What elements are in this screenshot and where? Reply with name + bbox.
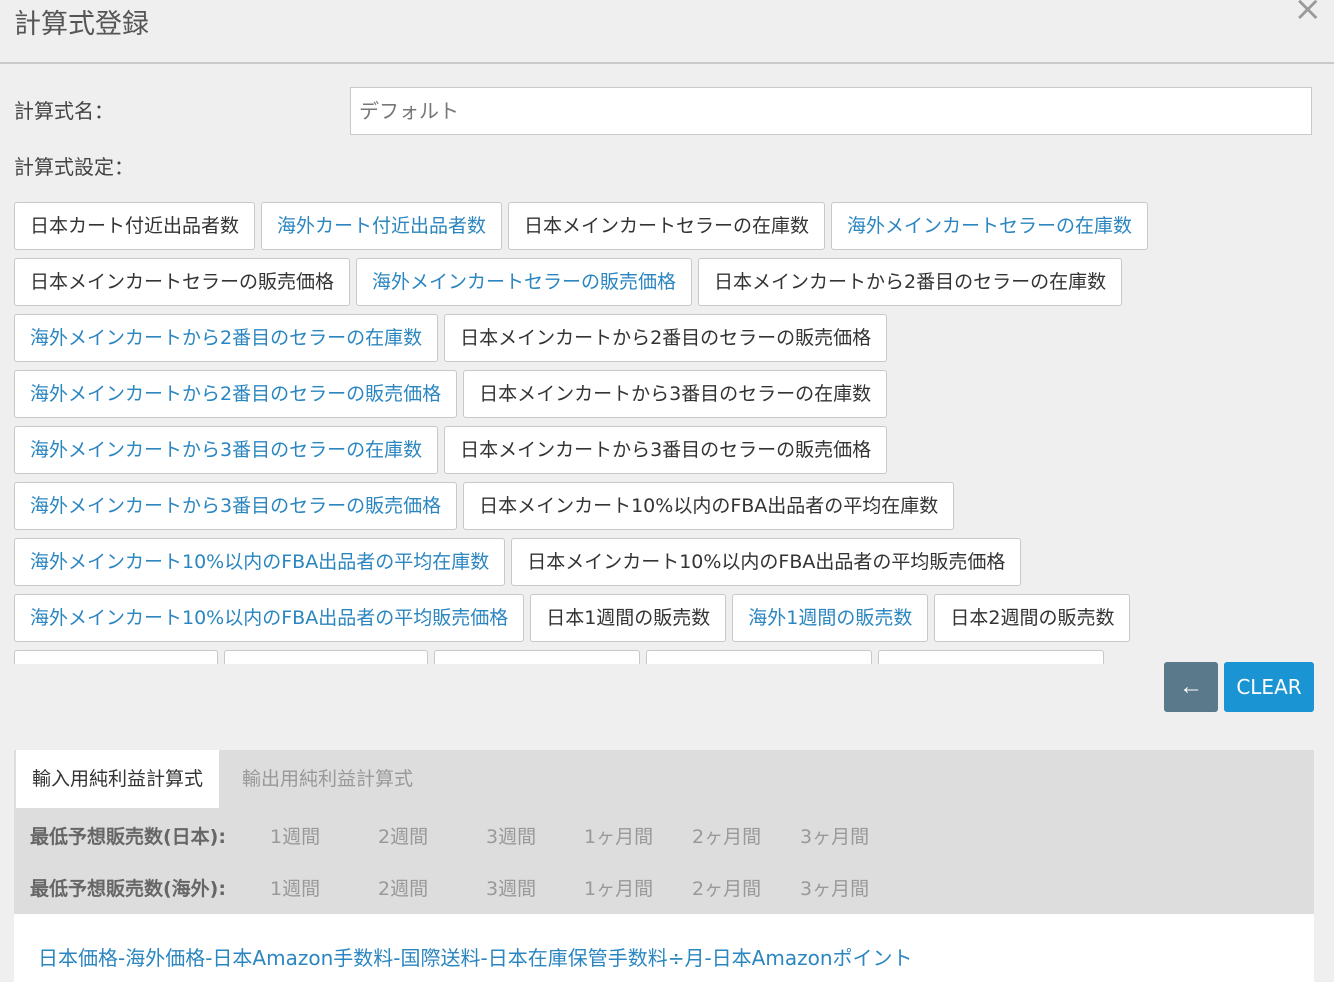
field-button-row: 海外メインカートから3番目のセラーの在庫数 日本メインカートから3番目のセラーの販…	[14, 426, 1314, 474]
backspace-button[interactable]: ←	[1164, 662, 1218, 712]
field-button-row: 海外メインカートから2番目のセラーの在庫数 日本メインカートから2番目のセラーの販…	[14, 314, 1314, 362]
period-option-jp-3w[interactable]: 3週間	[486, 822, 536, 849]
period-option-jp-2w[interactable]: 2週間	[378, 822, 428, 849]
period-option-ov-1w[interactable]: 1週間	[270, 874, 320, 901]
field-button-row: 日本メインカートセラーの販売価格 海外メインカートセラーの販売価格 日本メインカート…	[14, 258, 1314, 306]
field-button[interactable]: 日本メインカートセラーの在庫数	[508, 202, 826, 250]
field-button[interactable]: 海外メインカートから3番目のセラーの在庫数	[14, 426, 439, 474]
field-button[interactable]: 海外メインカートセラーの在庫数	[831, 202, 1149, 250]
period-option-ov-1m[interactable]: 1ヶ月間	[584, 874, 653, 901]
formula-tab-panel: 輸入用純利益計算式 輸出用純利益計算式 最低予想販売数(日本): 1週間 2週間…	[14, 750, 1314, 982]
field-button-list: 日本カート付近出品者数 海外カート付近出品者数 日本メインカートセラーの在庫数 海外メ…	[14, 202, 1314, 664]
field-button[interactable]	[224, 650, 428, 664]
period-option-ov-2m[interactable]: 2ヶ月間	[692, 874, 761, 901]
formula-text[interactable]: 日本価格-海外価格-日本Amazon手数料-国際送料-日本在庫保管手数料÷月-日…	[38, 942, 913, 971]
formula-name-input[interactable]	[350, 87, 1312, 135]
formula-display: 日本価格-海外価格-日本Amazon手数料-国際送料-日本在庫保管手数料÷月-日…	[14, 914, 1314, 982]
dialog-title: 計算式登録	[14, 9, 149, 40]
field-button[interactable]: 海外メインカート10%以内のFBA出品者の平均販売価格	[14, 594, 525, 642]
field-button-row: 海外メインカート10%以内のFBA出品者の平均販売価格 日本1週間の販売数 海外1週…	[14, 594, 1314, 642]
field-button[interactable]: 海外1週間の販売数	[732, 594, 929, 642]
field-button[interactable]: 海外メインカート10%以内のFBA出品者の平均在庫数	[14, 538, 506, 586]
field-button[interactable]	[878, 650, 1104, 664]
field-button[interactable]	[646, 650, 872, 664]
field-button[interactable]: 海外メインカートセラーの販売価格	[356, 258, 693, 306]
field-button[interactable]: 日本2週間の販売数	[934, 594, 1131, 642]
field-button[interactable]: 海外メインカートから2番目のセラーの在庫数	[14, 314, 439, 362]
field-button[interactable]: 日本1週間の販売数	[530, 594, 727, 642]
tab-import-formula[interactable]: 輸入用純利益計算式	[16, 750, 220, 808]
field-button[interactable]: 日本メインカートから3番目のセラーの販売価格	[444, 426, 888, 474]
field-button[interactable]: 日本メインカート10%以内のFBA出品者の平均在庫数	[463, 482, 955, 530]
field-button[interactable]: 日本メインカートセラーの販売価格	[14, 258, 351, 306]
field-button[interactable]: 海外カート付近出品者数	[261, 202, 503, 250]
field-button[interactable]: 日本メインカートから3番目のセラーの在庫数	[463, 370, 888, 418]
field-button[interactable]: 海外メインカートから2番目のセラーの販売価格	[14, 370, 458, 418]
formula-name-label: 計算式名：	[14, 99, 114, 123]
field-button[interactable]	[14, 650, 218, 664]
period-option-ov-3w[interactable]: 3週間	[486, 874, 536, 901]
close-icon[interactable]: ×	[1294, 0, 1323, 26]
period-label-ov: 最低予想販売数(海外):	[30, 878, 226, 900]
period-option-jp-1w[interactable]: 1週間	[270, 822, 320, 849]
field-button-row: 海外メインカートから2番目のセラーの販売価格 日本メインカートから3番目のセラーの…	[14, 370, 1314, 418]
period-option-ov-2w[interactable]: 2週間	[378, 874, 428, 901]
field-button-row: 海外メインカート10%以内のFBA出品者の平均在庫数 日本メインカート10%以内の…	[14, 538, 1314, 586]
period-option-ov-3m[interactable]: 3ヶ月間	[800, 874, 869, 901]
field-button[interactable]: 日本メインカートから2番目のセラーの在庫数	[698, 258, 1123, 306]
field-button-row: 海外メインカートから3番目のセラーの販売価格 日本メインカート10%以内のFBA出…	[14, 482, 1314, 530]
field-button[interactable]: 日本カート付近出品者数	[14, 202, 256, 250]
period-option-jp-2m[interactable]: 2ヶ月間	[692, 822, 761, 849]
period-option-jp-3m[interactable]: 3ヶ月間	[800, 822, 869, 849]
field-button-row	[14, 650, 1314, 664]
tab-export-formula[interactable]: 輸出用純利益計算式	[226, 750, 429, 808]
dialog-header: 計算式登録 ×	[0, 0, 1334, 64]
field-button-row: 日本カート付近出品者数 海外カート付近出品者数 日本メインカートセラーの在庫数 海外メ…	[14, 202, 1314, 250]
period-option-jp-1m[interactable]: 1ヶ月間	[584, 822, 653, 849]
field-button[interactable]: 海外メインカートから3番目のセラーの販売価格	[14, 482, 458, 530]
clear-button[interactable]: CLEAR	[1224, 662, 1314, 712]
formula-setting-label: 計算式設定：	[14, 155, 134, 179]
field-button[interactable]	[434, 650, 640, 664]
field-button[interactable]: 日本メインカートから2番目のセラーの販売価格	[444, 314, 888, 362]
period-label-jp: 最低予想販売数(日本):	[30, 826, 226, 848]
field-button[interactable]: 日本メインカート10%以内のFBA出品者の平均販売価格	[511, 538, 1022, 586]
